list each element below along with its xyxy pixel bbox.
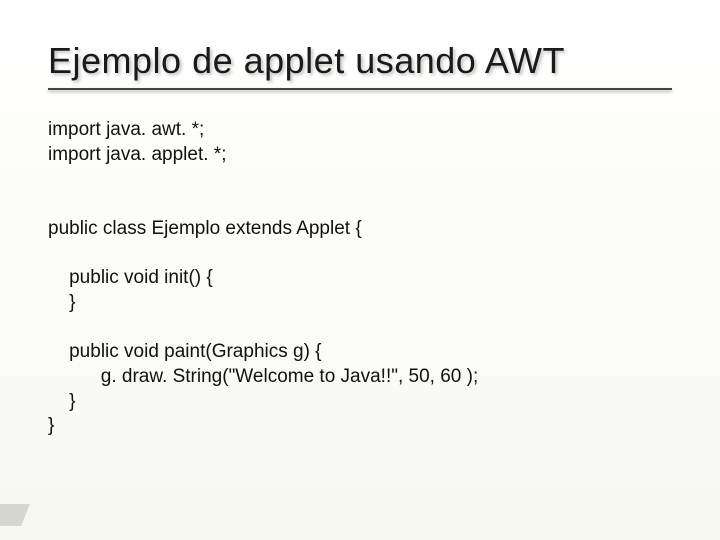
slide-title: Ejemplo de applet usando AWT [48, 40, 672, 82]
corner-notch-icon [0, 504, 30, 526]
title-underline [48, 88, 672, 90]
code-block: import java. awt. *; import java. applet… [48, 118, 672, 439]
slide: Ejemplo de applet usando AWT import java… [0, 0, 720, 540]
